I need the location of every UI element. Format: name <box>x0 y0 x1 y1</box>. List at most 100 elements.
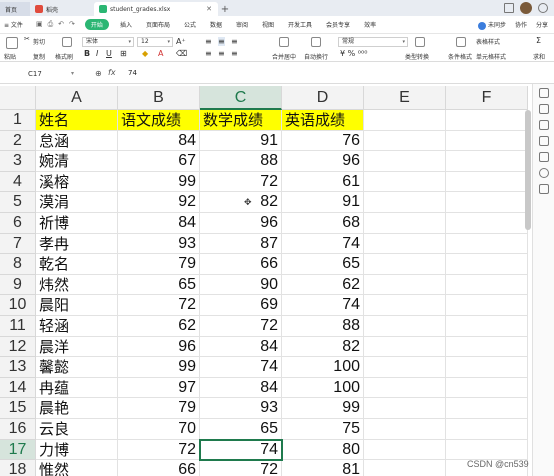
sum-button[interactable]: 求和 <box>533 52 545 61</box>
cell-f5[interactable] <box>446 192 528 213</box>
cell-f8[interactable] <box>446 254 528 275</box>
add-tab-button[interactable]: + <box>218 2 232 16</box>
cell-d15[interactable]: 99 <box>282 398 364 419</box>
menu-page-layout[interactable]: 页面布局 <box>139 20 177 29</box>
cell-f7[interactable] <box>446 233 528 255</box>
cell-d8[interactable]: 65 <box>282 254 364 275</box>
cell-d11[interactable]: 88 <box>282 316 364 337</box>
menu-view[interactable]: 视图 <box>255 20 281 29</box>
row-header-18[interactable]: 18 <box>0 460 36 476</box>
row-header-15[interactable]: 15 <box>0 398 36 419</box>
cell-f10[interactable] <box>446 295 528 316</box>
select-all-corner[interactable] <box>0 86 36 110</box>
format-painter-label[interactable]: 格式刷 <box>55 52 73 61</box>
cell-c15[interactable]: 93 <box>200 398 282 419</box>
cell-e13[interactable] <box>364 357 446 378</box>
merge-icon[interactable] <box>279 37 289 47</box>
cell-a6[interactable]: 祈博 <box>36 213 118 234</box>
row-header-13[interactable]: 13 <box>0 357 36 378</box>
cell-e7[interactable] <box>364 233 446 255</box>
cell-b16[interactable]: 70 <box>118 419 200 440</box>
cell-b7[interactable]: 93 <box>118 233 200 255</box>
italic-icon[interactable]: I <box>96 49 98 58</box>
cell-b11[interactable]: 62 <box>118 316 200 337</box>
type-convert-button[interactable]: 类型转换 <box>405 52 429 61</box>
collaborate-button[interactable]: 协作 <box>515 20 527 30</box>
row-header-9[interactable]: 9 <box>0 274 36 296</box>
wrap-text-button[interactable]: 自动换行 <box>304 52 328 61</box>
cell-a13[interactable]: 馨懿 <box>36 357 118 378</box>
cell-b9[interactable]: 65 <box>118 274 200 296</box>
cell-d3[interactable]: 96 <box>282 151 364 172</box>
row-header-7[interactable]: 7 <box>0 233 36 255</box>
type-convert-icon[interactable] <box>415 37 425 47</box>
cell-f17[interactable] <box>446 439 528 461</box>
menu-insert[interactable]: 插入 <box>113 20 139 29</box>
cell-e9[interactable] <box>364 274 446 296</box>
cell-c9[interactable]: 90 <box>200 274 282 296</box>
cell-c13[interactable]: 74 <box>200 357 282 378</box>
scissors-icon[interactable]: ✂ <box>24 35 30 43</box>
pointer-icon[interactable] <box>539 104 549 114</box>
cell-f11[interactable] <box>446 316 528 337</box>
sum-icon[interactable]: Σ <box>536 36 541 45</box>
cell-a7[interactable]: 孝冉 <box>36 233 118 255</box>
number-format-select[interactable]: 常规 ▾ <box>338 37 408 47</box>
cell-e5[interactable] <box>364 192 446 213</box>
column-header-a[interactable]: A <box>36 86 118 110</box>
format-painter-icon[interactable] <box>62 37 72 47</box>
tab-home[interactable]: 首页 <box>0 2 30 16</box>
cell-b2[interactable]: 84 <box>118 130 200 152</box>
cell-a3[interactable]: 婉清 <box>36 151 118 172</box>
increase-font-icon[interactable]: A⁺ <box>176 37 186 46</box>
share-panel-icon[interactable] <box>539 184 549 194</box>
redo-icon[interactable]: ↷ <box>69 20 75 29</box>
cell-c18[interactable]: 72 <box>200 460 282 476</box>
cell-a9[interactable]: 炜然 <box>36 274 118 296</box>
cell-b10[interactable]: 72 <box>118 295 200 316</box>
tools-icon[interactable] <box>539 136 549 146</box>
cell-f3[interactable] <box>446 151 528 172</box>
clear-format-icon[interactable]: ⌫ <box>176 49 187 58</box>
row-header-11[interactable]: 11 <box>0 316 36 337</box>
copy-button[interactable]: 复制 <box>33 52 45 61</box>
row-header-14[interactable]: 14 <box>0 377 36 399</box>
align-bottom-icon[interactable]: ≡ <box>231 37 238 46</box>
minimize-icon[interactable] <box>538 3 548 13</box>
cell-a2[interactable]: 怠涵 <box>36 130 118 152</box>
properties-icon[interactable] <box>539 120 549 130</box>
cell-c14[interactable]: 84 <box>200 377 282 399</box>
cell-d1[interactable]: 英语成绩 <box>282 110 364 131</box>
cell-e16[interactable] <box>364 419 446 440</box>
name-box[interactable]: C17 ▾ <box>6 68 76 80</box>
cell-a18[interactable]: 惟然 <box>36 460 118 476</box>
cell-b14[interactable]: 97 <box>118 377 200 399</box>
row-header-2[interactable]: 2 <box>0 130 36 152</box>
row-header-17[interactable]: 17 <box>0 439 36 461</box>
cell-e6[interactable] <box>364 213 446 234</box>
cell-a5[interactable]: 漠涓 <box>36 192 118 213</box>
tab-docer[interactable]: 稻壳 <box>30 2 94 16</box>
fill-color-icon[interactable]: ◆ <box>142 49 148 58</box>
row-header-12[interactable]: 12 <box>0 336 36 358</box>
share-button[interactable]: 分享 <box>536 20 548 30</box>
font-color-icon[interactable]: A <box>158 49 163 58</box>
cell-f12[interactable] <box>446 336 528 358</box>
cell-d2[interactable]: 76 <box>282 130 364 152</box>
wrap-text-icon[interactable] <box>311 37 321 47</box>
cell-b13[interactable]: 99 <box>118 357 200 378</box>
cell-e18[interactable] <box>364 460 446 476</box>
cell-c11[interactable]: 72 <box>200 316 282 337</box>
cell-f16[interactable] <box>446 419 528 440</box>
fx-icon[interactable]: fx <box>108 68 116 77</box>
cell-f6[interactable] <box>446 213 528 234</box>
cell-d10[interactable]: 74 <box>282 295 364 316</box>
cell-f2[interactable] <box>446 130 528 152</box>
menu-developer[interactable]: 开发工具 <box>281 20 319 29</box>
cell-e10[interactable] <box>364 295 446 316</box>
cell-d13[interactable]: 100 <box>282 357 364 378</box>
menu-efficiency[interactable]: 效率 <box>357 20 383 29</box>
menu-member[interactable]: 会员专享 <box>319 20 357 29</box>
menu-review[interactable]: 审阅 <box>229 20 255 29</box>
cell-a14[interactable]: 冉蕴 <box>36 377 118 399</box>
